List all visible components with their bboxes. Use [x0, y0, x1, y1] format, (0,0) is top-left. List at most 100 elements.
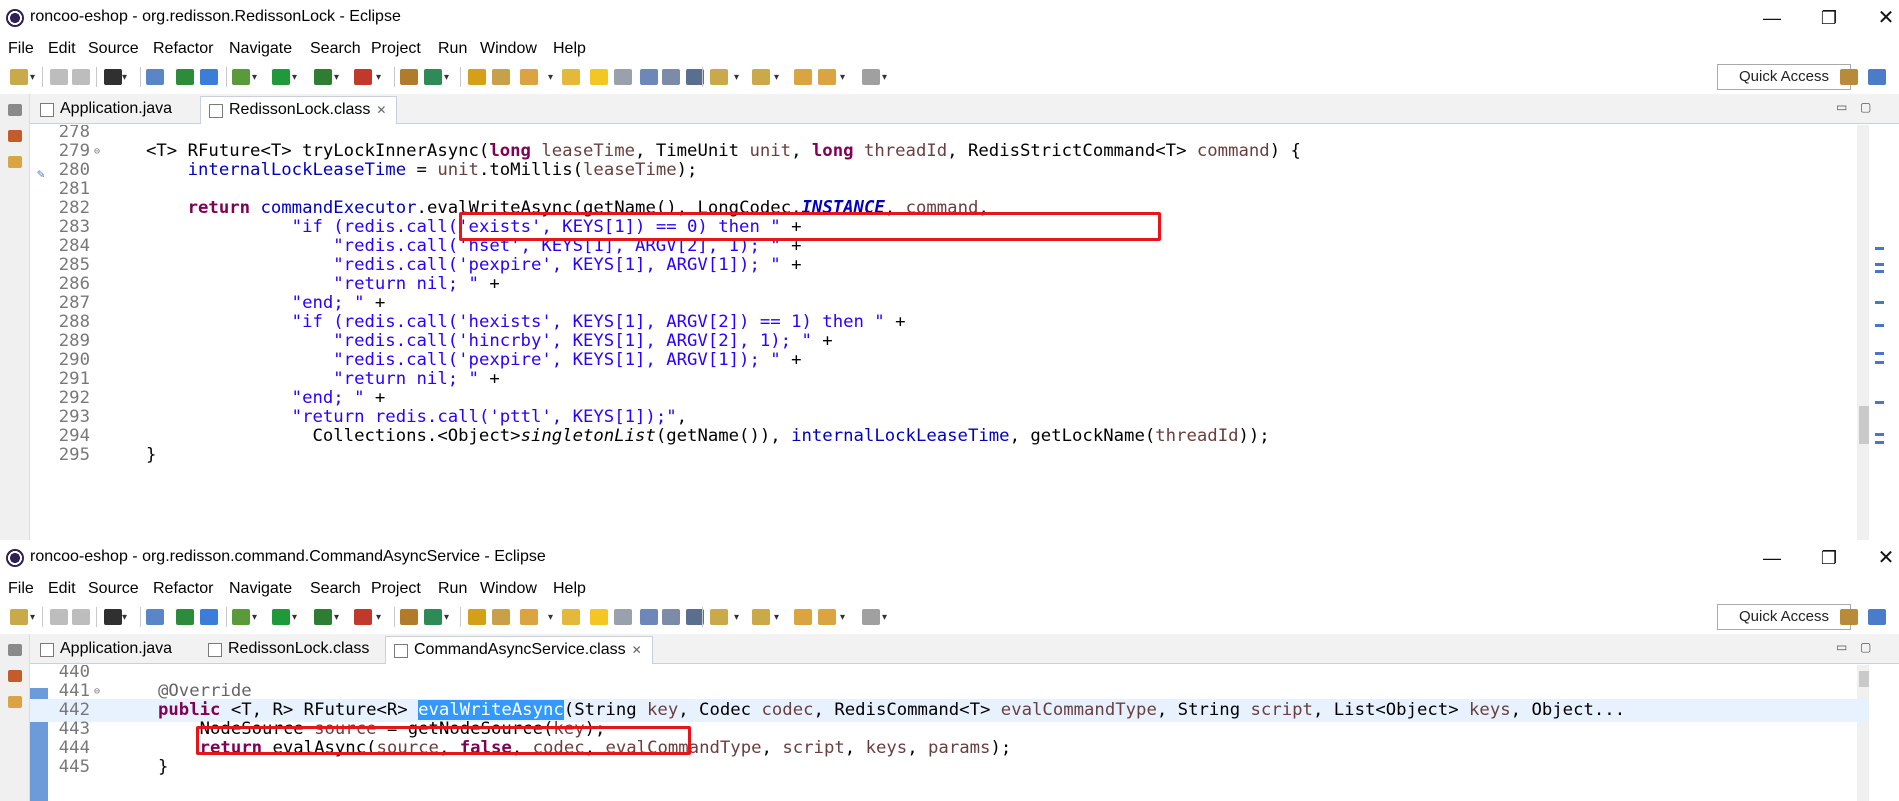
ruler-mark[interactable]: [1875, 247, 1884, 250]
ruler-mark[interactable]: [1875, 433, 1884, 436]
breadcrumb-icon[interactable]: [176, 609, 194, 625]
chevron-down-icon[interactable]: ▾: [334, 612, 339, 623]
chevron-down-icon[interactable]: ▾: [292, 612, 297, 623]
print-icon[interactable]: [104, 69, 122, 85]
minimize-icon[interactable]: —: [1749, 4, 1795, 32]
next-annotation-icon[interactable]: [710, 609, 728, 625]
java-perspective-icon[interactable]: [1868, 609, 1886, 625]
back-icon[interactable]: [818, 69, 836, 85]
chevron-down-icon[interactable]: ▾: [840, 72, 845, 83]
ruler-mark[interactable]: [1875, 401, 1884, 404]
minimize-editor-icon[interactable]: ▭: [1836, 100, 1847, 114]
chevron-down-icon[interactable]: ▾: [376, 72, 381, 83]
save-all-icon[interactable]: [72, 609, 90, 625]
new-class-icon[interactable]: [424, 69, 442, 85]
chevron-down-icon[interactable]: ▾: [774, 612, 779, 623]
tab-redissonlock-class[interactable]: RedissonLock.class ✕: [200, 96, 398, 124]
chevron-down-icon[interactable]: ▾: [882, 72, 887, 83]
toggle-ant-icon[interactable]: [562, 609, 580, 625]
chevron-down-icon[interactable]: ▾: [252, 72, 257, 83]
menu-refactor[interactable]: Refactor: [153, 40, 213, 58]
chevron-down-icon[interactable]: ▾: [734, 612, 739, 623]
ruler-mark[interactable]: [1875, 361, 1884, 364]
chevron-down-icon[interactable]: ▾: [444, 612, 449, 623]
run-icon[interactable]: [272, 609, 290, 625]
maximize-editor-icon[interactable]: ▢: [1860, 100, 1871, 114]
menu-project[interactable]: Project: [371, 40, 421, 58]
debug-icon[interactable]: [232, 609, 250, 625]
menu-navigate[interactable]: Navigate: [229, 40, 292, 58]
menu-file[interactable]: File: [8, 580, 34, 598]
java-perspective-icon[interactable]: [1868, 69, 1886, 85]
search-icon[interactable]: [520, 609, 538, 625]
new-java-project-icon[interactable]: [400, 69, 418, 85]
quick-access-field[interactable]: Quick Access: [1717, 604, 1851, 630]
tab-application-java[interactable]: Application.java: [32, 636, 182, 664]
close-icon[interactable]: ✕: [1863, 4, 1899, 32]
ruler-mark[interactable]: [1875, 263, 1884, 266]
toggle-mark-icon[interactable]: [146, 609, 164, 625]
restore-view-icon[interactable]: [8, 644, 22, 656]
spell-icon[interactable]: [590, 69, 608, 85]
package-explorer-icon[interactable]: [8, 670, 22, 682]
menu-run[interactable]: Run: [438, 40, 467, 58]
external-tools-icon[interactable]: [354, 609, 372, 625]
maximize-icon[interactable]: ❐: [1806, 544, 1852, 572]
close-icon[interactable]: ✕: [1863, 544, 1899, 572]
forward-icon[interactable]: [862, 609, 880, 625]
toggle-mark-icon[interactable]: [146, 69, 164, 85]
menu-run[interactable]: Run: [438, 580, 467, 598]
coverage-icon[interactable]: [314, 69, 332, 85]
open-perspective-icon[interactable]: [1840, 69, 1858, 85]
last-edit-icon[interactable]: [794, 609, 812, 625]
tab-redissonlock-class[interactable]: RedissonLock.class: [200, 636, 379, 664]
chevron-down-icon[interactable]: ▾: [734, 72, 739, 83]
print-icon[interactable]: [104, 609, 122, 625]
search-icon[interactable]: [520, 69, 538, 85]
tab-commandasyncservice-class[interactable]: CommandAsyncService.class ✕: [385, 636, 653, 664]
menu-window[interactable]: Window: [480, 40, 537, 58]
code-editor[interactable]: 278 279 ⊖ <T> RFuture<T> tryLockInnerAsync(…: [30, 125, 1869, 540]
menu-navigate[interactable]: Navigate: [229, 580, 292, 598]
quick-access-field[interactable]: Quick Access: [1717, 64, 1851, 90]
chevron-down-icon[interactable]: ▾: [548, 72, 553, 83]
prev-annotation-icon[interactable]: [752, 69, 770, 85]
close-tab-icon[interactable]: ✕: [632, 643, 642, 657]
blocks-icon[interactable]: [614, 69, 632, 85]
next-annotation-icon[interactable]: [710, 69, 728, 85]
menu-edit[interactable]: Edit: [48, 580, 76, 598]
title-bar[interactable]: roncoo-eshop - org.redisson.command.Comm…: [0, 540, 1899, 576]
restore-view-icon[interactable]: [8, 104, 22, 116]
menu-search[interactable]: Search: [310, 580, 361, 598]
menu-project[interactable]: Project: [371, 580, 421, 598]
paragraph-icon[interactable]: [662, 69, 680, 85]
paragraph-icon[interactable]: [662, 609, 680, 625]
whitespace-icon[interactable]: [640, 69, 658, 85]
maximize-icon[interactable]: ❐: [1806, 4, 1852, 32]
toggle-ant-icon[interactable]: [562, 69, 580, 85]
annotate-icon[interactable]: [200, 609, 218, 625]
annotate-icon[interactable]: [200, 69, 218, 85]
chevron-down-icon[interactable]: ▾: [882, 612, 887, 623]
chevron-down-icon[interactable]: ▾: [122, 72, 127, 83]
code-line[interactable]: 445}: [30, 756, 1869, 779]
title-bar[interactable]: roncoo-eshop - org.redisson.RedissonLock…: [0, 0, 1899, 36]
chevron-down-icon[interactable]: ▾: [292, 72, 297, 83]
forward-icon[interactable]: [862, 69, 880, 85]
last-edit-icon[interactable]: [794, 69, 812, 85]
prev-annotation-icon[interactable]: [752, 609, 770, 625]
save-all-icon[interactable]: [72, 69, 90, 85]
whitespace-icon[interactable]: [640, 609, 658, 625]
navigator-icon[interactable]: [8, 696, 22, 708]
open-type-icon[interactable]: [468, 609, 486, 625]
chevron-down-icon[interactable]: ▾: [840, 612, 845, 623]
chevron-down-icon[interactable]: ▾: [548, 612, 553, 623]
menu-help[interactable]: Help: [553, 580, 586, 598]
external-tools-icon[interactable]: [354, 69, 372, 85]
menu-help[interactable]: Help: [553, 40, 586, 58]
chevron-down-icon[interactable]: ▾: [30, 612, 35, 623]
menu-source[interactable]: Source: [88, 580, 139, 598]
coverage-icon[interactable]: [314, 609, 332, 625]
open-task-icon[interactable]: [492, 609, 510, 625]
chevron-down-icon[interactable]: ▾: [252, 612, 257, 623]
